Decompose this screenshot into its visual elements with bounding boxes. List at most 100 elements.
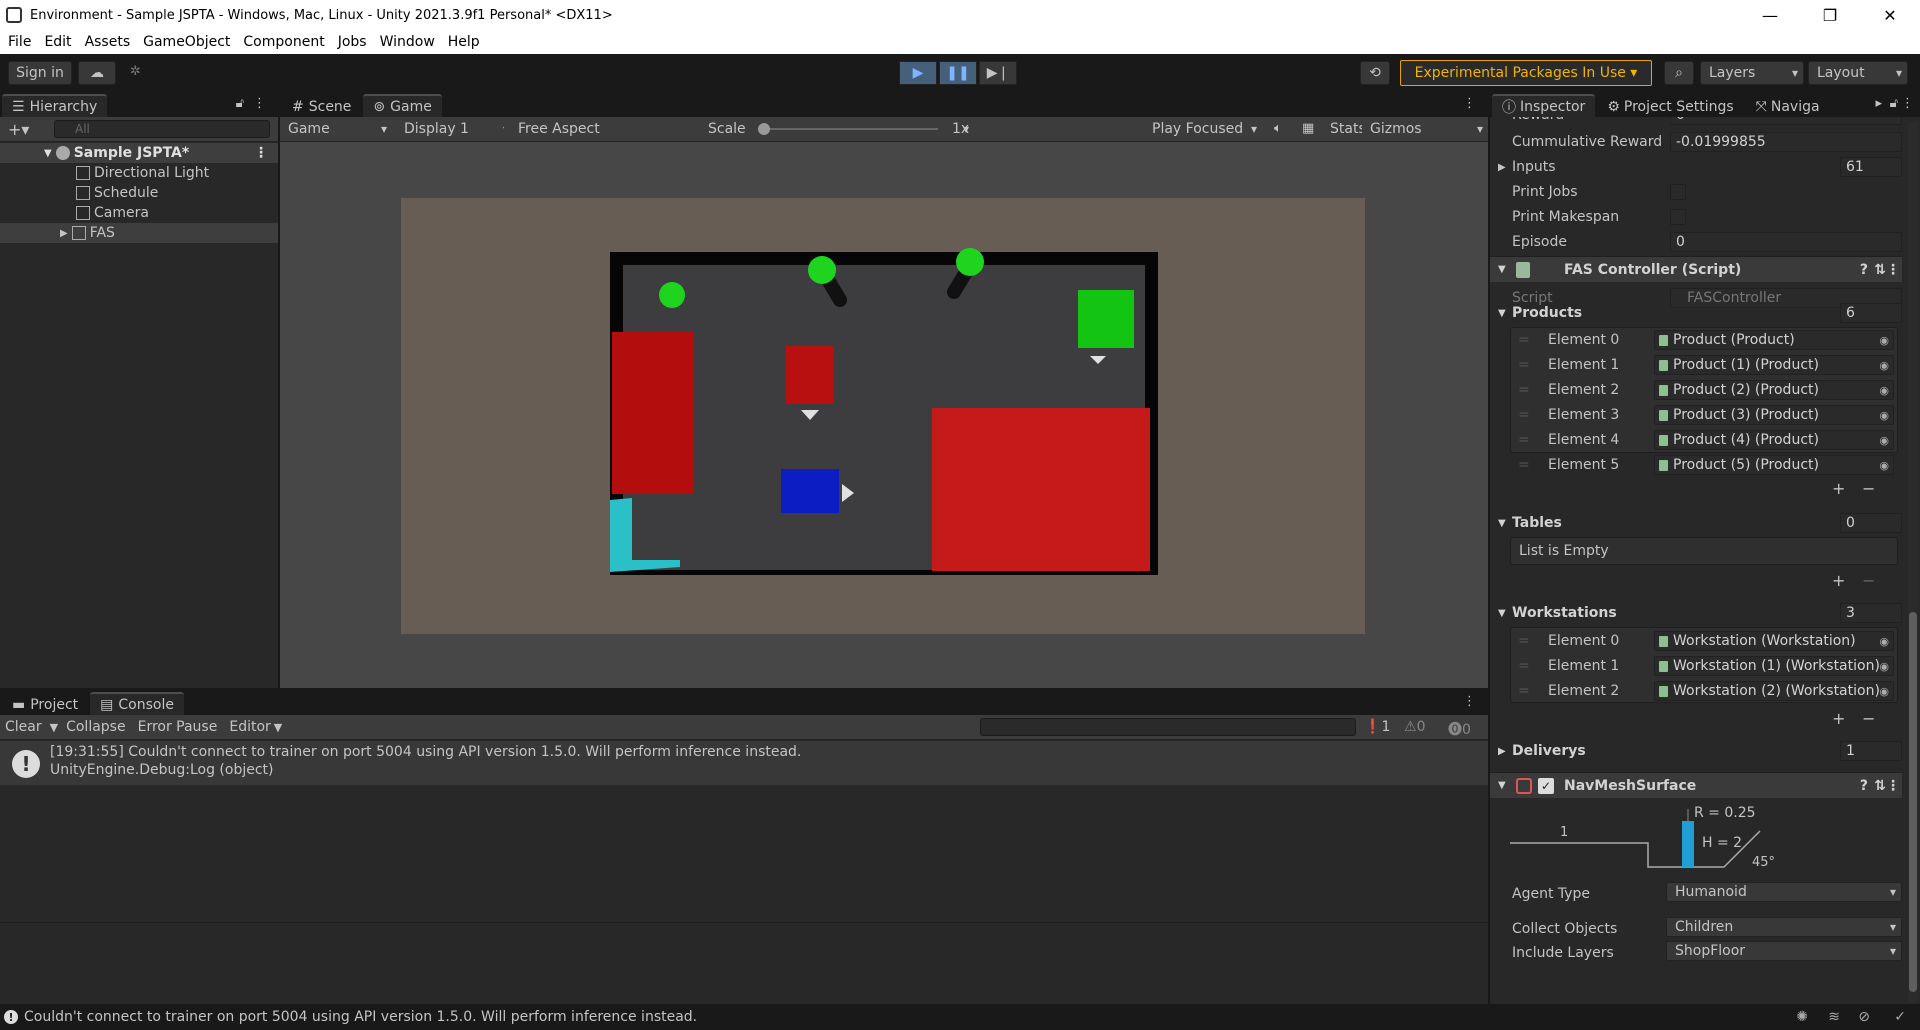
menu-help[interactable]: Help	[448, 34, 480, 50]
hierarchy-item[interactable]: Directional Light	[0, 163, 278, 183]
clear-dropdown-icon[interactable]: ▼	[50, 721, 58, 734]
drag-handle-icon[interactable]: =	[1518, 658, 1530, 674]
menu-window[interactable]: Window	[380, 34, 435, 50]
products-element-row[interactable]: = Element 2 Product (2) (Product)	[1512, 378, 1894, 402]
stats-button[interactable]: Stats	[1330, 121, 1366, 137]
deliverys-foldout[interactable]: ▶ Deliverys 1	[1490, 739, 1902, 763]
mute-audio-icon[interactable]: 🔈︎	[1274, 121, 1282, 136]
layout-dropdown[interactable]: Layout	[1808, 61, 1908, 85]
more-icon[interactable]: ⋮	[253, 96, 266, 111]
console-search-input[interactable]	[980, 718, 1356, 736]
experimental-packages-button[interactable]: Experimental Packages In Use ▾	[1400, 60, 1652, 86]
warn-count[interactable]: ⚠0	[1404, 719, 1425, 735]
workstations-add-button[interactable]: +	[1832, 709, 1845, 728]
episode-field[interactable]: 0	[1670, 232, 1902, 252]
tab-game[interactable]: ⊚ Game	[363, 94, 442, 117]
auto-generate-icon[interactable]: ⊘	[1858, 1009, 1870, 1025]
menu-file[interactable]: File	[8, 34, 31, 50]
products-element-row[interactable]: = Element 1 Product (1) (Product)	[1512, 353, 1894, 377]
more-icon[interactable]: ⋮	[1901, 96, 1914, 111]
play-button[interactable]: ▶	[899, 61, 937, 85]
status-message[interactable]: Couldn't connect to trainer on port 5004…	[24, 1009, 697, 1025]
more-icon[interactable]: ⋮	[1463, 694, 1476, 709]
workstation-object-field[interactable]: Workstation (2) (Workstation)	[1654, 681, 1894, 701]
product-object-field[interactable]: Product (2) (Product)	[1654, 380, 1894, 400]
sign-in-button[interactable]: Sign in	[8, 61, 72, 85]
product-object-field[interactable]: Product (4) (Product)	[1654, 430, 1894, 450]
drag-handle-icon[interactable]: =	[1518, 382, 1530, 398]
info-count[interactable]: ❗1	[1364, 719, 1390, 735]
clear-button[interactable]: Clear	[5, 719, 42, 735]
preset-icon[interactable]: ⇅	[1874, 778, 1886, 794]
foldout-arrow-icon[interactable]: ▼	[44, 148, 52, 159]
error-pause-button[interactable]: Error Pause	[138, 719, 218, 735]
products-element-row[interactable]: = Element 5 Product (5) (Product)	[1512, 453, 1894, 477]
history-icon[interactable]: ⟲	[1360, 61, 1390, 85]
tab-navigation[interactable]: ⤧ Naviga	[1745, 94, 1830, 117]
products-foldout[interactable]: ▼ Products 6	[1490, 301, 1902, 325]
lock-icon[interactable]: 🔓︎	[236, 96, 244, 111]
display-dropdown[interactable]: Display 1	[396, 117, 514, 141]
workstations-count[interactable]: 3	[1840, 603, 1902, 623]
console-entry[interactable]: ! [19:31:55] Couldn't connect to trainer…	[0, 741, 1488, 785]
collapse-button[interactable]: Collapse	[66, 719, 126, 735]
editor-dropdown[interactable]: Editor	[229, 719, 270, 735]
products-element-row[interactable]: = Element 4 Product (4) (Product)	[1512, 428, 1894, 452]
scale-slider-track[interactable]	[758, 128, 938, 130]
drag-handle-icon[interactable]: =	[1518, 332, 1530, 348]
collect-objects-dropdown[interactable]: Children	[1666, 917, 1902, 937]
editor-dropdown-arrow-icon[interactable]: ▼	[274, 721, 282, 734]
foldout-arrow-icon[interactable]: ▼	[1498, 780, 1506, 791]
close-button[interactable]: ✕	[1860, 6, 1920, 25]
tab-overflow-icon[interactable]: ▸	[1875, 96, 1882, 111]
hierarchy-search-input[interactable]: All	[54, 120, 270, 138]
cloud-icon[interactable]: ☁	[78, 61, 116, 85]
drag-handle-icon[interactable]: =	[1518, 457, 1530, 473]
print-jobs-checkbox[interactable]	[1670, 184, 1686, 200]
tab-scene[interactable]: # Scene	[282, 94, 362, 117]
inputs-row[interactable]: ▶ Inputs 61	[1490, 157, 1902, 177]
products-add-button[interactable]: +	[1832, 479, 1845, 498]
foldout-arrow-icon[interactable]: ▶	[1498, 162, 1506, 173]
workstations-remove-button[interactable]: −	[1862, 709, 1875, 728]
inspector-scrollbar[interactable]	[1908, 122, 1918, 1002]
enabled-checkbox[interactable]: ✓	[1538, 777, 1554, 794]
hierarchy-item[interactable]: Schedule	[0, 183, 278, 203]
drag-handle-icon[interactable]: =	[1518, 683, 1530, 699]
tables-add-button[interactable]: +	[1832, 571, 1845, 590]
scene-more-icon[interactable]: ⋮	[254, 145, 268, 161]
lock-icon[interactable]: 🔓︎	[1890, 96, 1898, 111]
error-count[interactable]: ⓿0	[1448, 719, 1471, 739]
drag-handle-icon[interactable]: =	[1518, 432, 1530, 448]
products-count[interactable]: 6	[1840, 303, 1902, 323]
tab-project-settings[interactable]: ⚙ Project Settings	[1597, 94, 1744, 117]
gizmos-dropdown[interactable]: Gizmos	[1362, 117, 1488, 141]
search-icon[interactable]: ⌕	[1664, 61, 1694, 85]
workstations-foldout[interactable]: ▼ Workstations 3	[1490, 601, 1902, 625]
progress-stack-icon[interactable]: ≋	[1828, 1009, 1840, 1025]
layers-dropdown[interactable]: Layers	[1700, 61, 1804, 85]
game-view-dropdown[interactable]: Game	[280, 117, 392, 141]
minimize-button[interactable]: —	[1740, 6, 1800, 25]
menu-assets[interactable]: Assets	[85, 34, 131, 50]
navmesh-surface-header[interactable]: ▼ ✓ NavMeshSurface ? ⇅ ⋮	[1490, 772, 1902, 798]
deliverys-count[interactable]: 1	[1840, 741, 1902, 761]
workstation-object-field[interactable]: Workstation (1) (Workstation)	[1654, 656, 1894, 676]
menu-component[interactable]: Component	[243, 34, 324, 50]
print-makespan-checkbox[interactable]	[1670, 209, 1686, 225]
foldout-arrow-icon[interactable]: ▶	[1498, 746, 1506, 757]
foldout-arrow-icon[interactable]: ▼	[1498, 264, 1506, 275]
tab-project[interactable]: ▬ Project	[2, 692, 89, 715]
workstation-object-field[interactable]: Workstation (Workstation)	[1654, 631, 1894, 651]
preset-icon[interactable]: ⇅	[1874, 262, 1886, 278]
drag-handle-icon[interactable]: =	[1518, 633, 1530, 649]
scale-slider-thumb[interactable]	[758, 123, 770, 135]
menu-gameobject[interactable]: GameObject	[143, 34, 230, 50]
keyboard-icon[interactable]: ▦	[1302, 121, 1314, 136]
include-layers-dropdown[interactable]: ShopFloor	[1666, 941, 1902, 961]
product-object-field[interactable]: Product (3) (Product)	[1654, 405, 1894, 425]
tab-hierarchy[interactable]: ☰ Hierarchy	[2, 94, 108, 117]
inspector-scrollbar-thumb[interactable]	[1909, 612, 1917, 992]
tab-inspector[interactable]: ⓘ Inspector	[1492, 94, 1596, 117]
tables-count[interactable]: 0	[1840, 513, 1902, 533]
